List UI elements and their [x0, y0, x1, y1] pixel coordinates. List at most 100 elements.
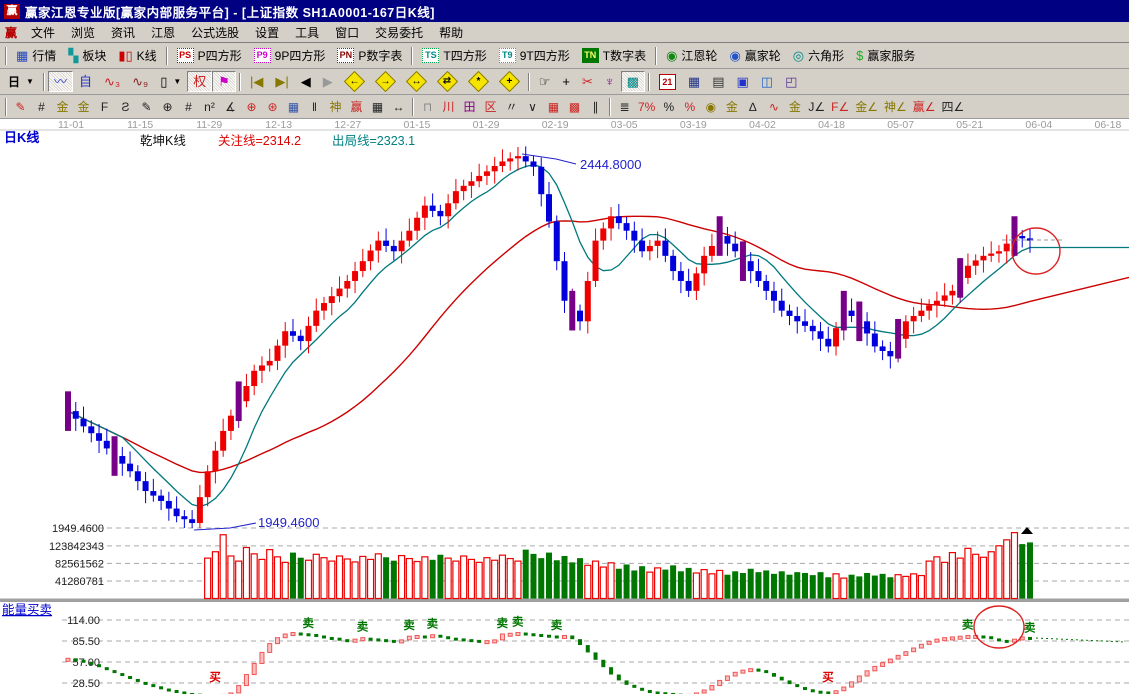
- quotes-button[interactable]: ▦行情: [10, 45, 62, 66]
- info-panel-button[interactable]: 自: [73, 71, 98, 92]
- save-button[interactable]: ▣: [731, 71, 755, 92]
- next-bar-button[interactable]: ▶: [317, 71, 339, 92]
- gold-angle-tool-button[interactable]: 金∠: [852, 97, 881, 117]
- menu-item-10[interactable]: 帮助: [431, 22, 471, 43]
- circle-target-tool-button[interactable]: ⊕: [241, 97, 262, 117]
- menu-item-5[interactable]: 公式选股: [183, 22, 247, 43]
- box-tool-tool-button[interactable]: ⊓: [417, 97, 438, 117]
- gold-segment-2-tool-button[interactable]: 金: [73, 97, 94, 117]
- crosshair-button[interactable]: +: [556, 71, 576, 92]
- mark-pen-tool-button[interactable]: ∆: [742, 97, 763, 117]
- menu-item-6[interactable]: 设置: [247, 22, 287, 43]
- wave-a-tool-button[interactable]: ∿: [763, 97, 784, 117]
- menu-item-3[interactable]: 资讯: [103, 22, 143, 43]
- zoom-left-button[interactable]: ←: [339, 71, 370, 92]
- percent-tool-button[interactable]: %: [658, 97, 679, 117]
- 9p-square-button[interactable]: P99P四方形: [248, 45, 332, 66]
- angle-pen-tool-button[interactable]: ✎: [136, 97, 157, 117]
- h-extend-tool-button[interactable]: ↔: [388, 97, 409, 117]
- prev-bar-button[interactable]: ◀: [295, 71, 317, 92]
- spiral-tool-button[interactable]: ⊛: [262, 97, 283, 117]
- wave-9-button[interactable]: ∿₉: [126, 71, 154, 92]
- winner-wheel-button[interactable]: ◉赢家轮: [723, 45, 786, 66]
- n-square-tool-button[interactable]: n²: [199, 97, 220, 117]
- p-square-button[interactable]: PSP四方形: [171, 45, 248, 66]
- chart-style-button[interactable]: 〰: [48, 71, 73, 92]
- expand-button[interactable]: *: [463, 71, 494, 92]
- 9t-square-button[interactable]: T99T四方形: [493, 45, 576, 66]
- zoom-both-button[interactable]: ↔: [401, 71, 432, 92]
- fan-red-tool-button[interactable]: 川: [438, 97, 459, 117]
- angle-measure-tool-button[interactable]: ∡: [220, 97, 241, 117]
- restore-rights-button[interactable]: 权: [187, 71, 212, 92]
- t-digit-table-button[interactable]: TNT数字表: [576, 45, 652, 66]
- hexagon-button[interactable]: ◎六角形: [787, 45, 850, 66]
- cut-tool-button[interactable]: ✂: [576, 71, 599, 92]
- percent-red-tool-button[interactable]: %: [679, 97, 700, 117]
- time-grid-tool-button[interactable]: #: [178, 97, 199, 117]
- grid-tool-button[interactable]: ♆: [599, 71, 621, 92]
- chart-area[interactable]: 日K线 乾坤K线 关注线=2314.2 出局线=2323.1 11-0111-1…: [0, 119, 1129, 694]
- menu-item-7[interactable]: 工具: [287, 22, 327, 43]
- winner-service-button[interactable]: $赢家服务: [850, 45, 921, 66]
- parallel-tool-button[interactable]: 〃: [501, 97, 522, 117]
- full-range-button[interactable]: +: [494, 71, 525, 92]
- gann-circle-tool-button[interactable]: ⊕: [157, 97, 178, 117]
- sectors-button[interactable]: ▚板块: [62, 45, 112, 66]
- percent-7-tool-button[interactable]: 7%: [635, 97, 658, 117]
- menu-item-9[interactable]: 交易委托: [367, 22, 431, 43]
- stats-bars-tool-button[interactable]: ≣: [614, 97, 635, 117]
- color-bars-button[interactable]: ⚑: [212, 71, 236, 92]
- calculator-button[interactable]: ▦: [682, 71, 706, 92]
- fan-box-purple-tool-button[interactable]: 田: [459, 97, 480, 117]
- notes-button[interactable]: ▤: [706, 71, 730, 92]
- calendar-button[interactable]: 21: [653, 71, 682, 92]
- pair-lines-tool-button[interactable]: ‖: [304, 97, 325, 117]
- grid-b-tool-button[interactable]: ▩: [564, 97, 585, 117]
- t-square-button[interactable]: TST四方形: [416, 45, 492, 66]
- coil-5-tool-button[interactable]: Ƨ: [115, 97, 136, 117]
- candlestick: [849, 311, 855, 316]
- first-page-button[interactable]: |◀: [244, 71, 269, 92]
- gann-wheel-button[interactable]: ◉江恩轮: [660, 45, 723, 66]
- kline-button[interactable]: ▮▯K线: [112, 45, 162, 66]
- drag-hand-button[interactable]: ☞: [533, 71, 557, 92]
- menu-item-8[interactable]: 窗口: [327, 22, 367, 43]
- pencil-tool-button[interactable]: ✎: [10, 97, 31, 117]
- kline-chart-svg[interactable]: 日K线 乾坤K线 关注线=2314.2 出局线=2323.1 11-0111-1…: [0, 119, 1129, 694]
- win-grid-tool-button[interactable]: 赢: [346, 97, 367, 117]
- shen-angle-tool-button[interactable]: 神∠: [881, 97, 910, 117]
- check-wave-tool-button[interactable]: ∨: [522, 97, 543, 117]
- menu-item-2[interactable]: 浏览: [63, 22, 103, 43]
- menu-item-1[interactable]: 文件: [23, 22, 63, 43]
- candle-style-button[interactable]: ▯▼: [154, 71, 187, 92]
- ruler-grid-tool-button[interactable]: ▦: [367, 97, 388, 117]
- f-angle-tool-button[interactable]: F∠: [828, 97, 852, 117]
- zoom-right-button[interactable]: →: [370, 71, 401, 92]
- period-day-select-dropdown-arrow-icon[interactable]: ▼: [26, 77, 34, 86]
- period-day-select-button[interactable]: 日▼: [2, 71, 40, 92]
- network-button[interactable]: ◫: [755, 71, 779, 92]
- compress-button[interactable]: ⇄: [432, 71, 463, 92]
- wave-3-button[interactable]: ∿₃: [98, 71, 126, 92]
- f-segment-tool-button[interactable]: F: [94, 97, 115, 117]
- shen-grid-tool-button[interactable]: 神: [325, 97, 346, 117]
- four-angle-tool-button[interactable]: 四∠: [939, 97, 968, 117]
- gann-grid-tool-button[interactable]: #: [31, 97, 52, 117]
- print-button[interactable]: ◰: [779, 71, 803, 92]
- grid-box-tool-button[interactable]: ▦: [283, 97, 304, 117]
- fan-box-red-tool-button[interactable]: 区: [480, 97, 501, 117]
- region-stats-button[interactable]: ▩: [621, 71, 645, 92]
- j-angle-tool-button[interactable]: J∠: [805, 97, 828, 117]
- menu-item-4[interactable]: 江恩: [143, 22, 183, 43]
- p-digit-table-button[interactable]: PNP数字表: [331, 45, 408, 66]
- gold-angle-2-tool-button[interactable]: 金: [784, 97, 805, 117]
- last-page-button[interactable]: ▶|: [269, 71, 294, 92]
- gold-lines-tool-button[interactable]: 金: [721, 97, 742, 117]
- win-angle-tool-button[interactable]: 赢∠: [910, 97, 939, 117]
- gold-circle-tool-button[interactable]: ◉: [700, 97, 721, 117]
- gold-segment-tool-button[interactable]: 金: [52, 97, 73, 117]
- candle-style-dropdown-arrow-icon[interactable]: ▼: [173, 77, 181, 86]
- slash-tool-button[interactable]: ∥: [585, 97, 606, 117]
- grid-a-tool-button[interactable]: ▦: [543, 97, 564, 117]
